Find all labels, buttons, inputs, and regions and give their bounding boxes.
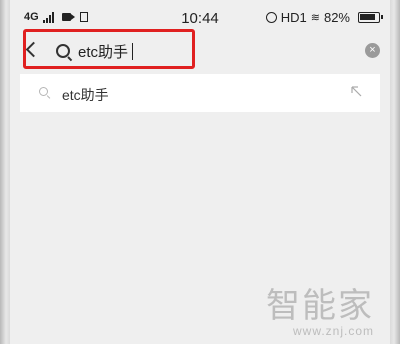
clear-button[interactable]: × [365, 43, 380, 58]
phone-frame: 4G 10:44 HD1 ≋ 82% × [0, 0, 400, 344]
wifi-icon: ≋ [310, 12, 320, 24]
screen: 4G 10:44 HD1 ≋ 82% × [10, 0, 390, 344]
watermark-logo: 智能家 [266, 286, 374, 326]
watermark-url: www.znj.com [292, 324, 374, 338]
watermark: 智能家 www.znj.com [266, 288, 374, 338]
alarm-icon [265, 12, 277, 23]
hd-label: HD1 [280, 10, 307, 25]
highlight-annotation [23, 29, 195, 69]
suggestion-text: etc助手 [62, 87, 109, 103]
battery-percentage: 82% [323, 10, 350, 25]
suggestion-search-icon [39, 87, 48, 96]
battery-icon [358, 12, 383, 23]
status-right: HD1 ≋ 82% [265, 10, 383, 25]
fill-arrow-icon[interactable] [351, 86, 362, 97]
suggestion-item[interactable]: etc助手 [20, 74, 380, 112]
